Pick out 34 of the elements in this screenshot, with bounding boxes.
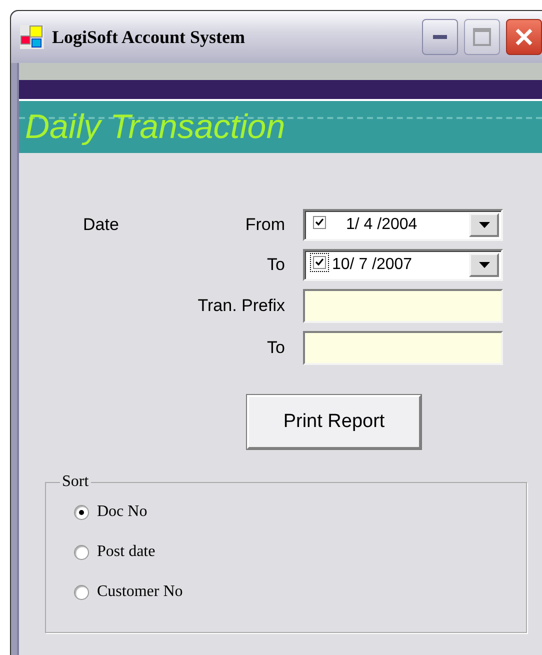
date-label: Date	[82, 215, 120, 235]
minimize-button[interactable]	[422, 19, 458, 55]
radio-label[interactable]: Post date	[97, 543, 156, 561]
date-picker[interactable]: 1/ 4 /2004	[303, 209, 503, 241]
group-title: Sort	[61, 473, 90, 491]
minimize-icon	[433, 35, 447, 39]
input-field[interactable]	[303, 289, 503, 323]
radio-button[interactable]	[74, 504, 89, 520]
date-picker[interactable]: 10/ 7 /2007	[303, 249, 503, 281]
close-button[interactable]	[506, 19, 542, 55]
radio-button[interactable]	[74, 584, 89, 600]
radio-label[interactable]: Doc No	[97, 503, 148, 521]
radio-button[interactable]	[74, 544, 89, 560]
app-icon	[19, 24, 45, 50]
field-label: To	[267, 338, 285, 358]
field-label: To	[267, 255, 285, 275]
dropdown-button[interactable]	[469, 253, 499, 277]
field-label: From	[245, 215, 285, 235]
checkbox[interactable]	[310, 252, 329, 272]
caret-icon	[478, 262, 490, 268]
caret-icon	[478, 222, 490, 228]
date-value: 10/ 7 /2007	[332, 256, 414, 274]
radio-label[interactable]: Customer No	[97, 583, 183, 601]
page-title: Daily Transaction	[25, 108, 286, 146]
close-icon	[514, 27, 534, 47]
check-icon	[315, 258, 324, 266]
maximize-icon	[473, 28, 491, 46]
input-field[interactable]	[303, 331, 503, 365]
field-label: Tran. Prefix	[198, 296, 285, 316]
date-value: 1/ 4 /2004	[345, 216, 418, 234]
check-icon	[315, 218, 324, 226]
dropdown-button[interactable]	[469, 213, 499, 237]
print-report-button[interactable]: Print Report	[247, 395, 421, 449]
window-title: LogiSoft Account System	[52, 26, 246, 48]
